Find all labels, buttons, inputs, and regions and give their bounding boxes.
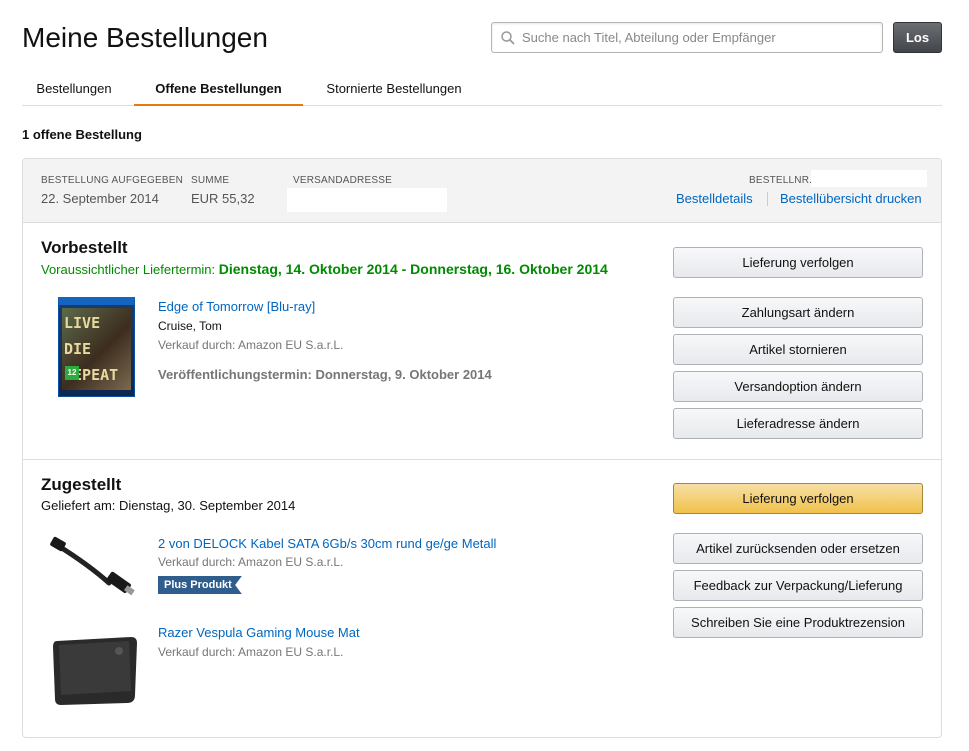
item-release-date: Veröffentlichungstermin: Donnerstag, 9. … — [158, 367, 492, 382]
tab-stornierte-bestellungen[interactable]: Stornierte Bestellungen — [316, 72, 472, 106]
item-seller: Verkauf durch: Amazon EU S.a.r.L. — [158, 555, 344, 569]
page-title: Meine Bestellungen — [22, 22, 268, 53]
order-tabs: Bestellungen Offene Bestellungen Stornie… — [22, 72, 942, 106]
header-link-divider — [767, 192, 768, 206]
order-card: Bestellung aufgegeben 22. September 2014… — [22, 158, 942, 738]
age-rating-badge: 12 — [65, 366, 79, 380]
order-total-value: EUR 55,32 — [191, 191, 255, 206]
change-address-button[interactable]: Lieferadresse ändern — [673, 408, 923, 439]
expected-delivery-label: Voraussichtlicher Liefertermin: — [41, 262, 216, 277]
item-title-link[interactable]: Razer Vespula Gaming Mouse Mat — [158, 625, 360, 640]
order-header: Bestellung aufgegeben 22. September 2014… — [23, 159, 941, 223]
write-review-button[interactable]: Schreiben Sie eine Produktrezension — [673, 607, 923, 638]
expected-delivery: Voraussichtlicher Liefertermin: Dienstag… — [41, 261, 608, 277]
change-shipping-option-button[interactable]: Versandoption ändern — [673, 371, 923, 402]
order-number-redacted — [811, 170, 927, 187]
tab-bestellungen[interactable]: Bestellungen — [22, 72, 126, 106]
cover-text-live: LIVE — [64, 314, 101, 332]
item-seller: Verkauf durch: Amazon EU S.a.r.L. — [158, 645, 344, 659]
change-payment-button[interactable]: Zahlungsart ändern — [673, 297, 923, 328]
expected-delivery-range: Dienstag, 14. Oktober 2014 - Donnerstag,… — [218, 261, 608, 277]
shipment-status-title: Zugestellt — [41, 475, 122, 494]
cover-text-die: DIE — [64, 340, 92, 358]
track-package-button[interactable]: Lieferung verfolgen — [673, 483, 923, 514]
plus-product-badge: Plus Produkt — [158, 576, 242, 594]
open-order-count: 1 offene Bestellung — [22, 127, 142, 142]
order-number-label: Bestellnr. — [749, 175, 813, 186]
print-invoice-link[interactable]: Bestellübersicht drucken — [780, 191, 922, 206]
delivered-date: Geliefert am: Dienstag, 30. September 20… — [41, 498, 296, 513]
item-author: Cruise, Tom — [158, 319, 222, 333]
shipment-delivered: Zugestellt Geliefert am: Dienstag, 30. S… — [23, 460, 941, 736]
order-placed-value: 22. September 2014 — [41, 191, 159, 206]
cancel-items-button[interactable]: Artikel stornieren — [673, 334, 923, 365]
search-go-button[interactable]: Los — [893, 22, 942, 53]
tab-offene-bestellungen[interactable]: Offene Bestellungen — [134, 72, 303, 106]
order-placed-label: Bestellung aufgegeben — [41, 175, 184, 186]
item-seller: Verkauf durch: Amazon EU S.a.r.L. — [158, 338, 344, 352]
packaging-feedback-button[interactable]: Feedback zur Verpackung/Lieferung — [673, 570, 923, 601]
shipment-preordered: Vorbestellt Voraussichtlicher Lieferterm… — [23, 223, 941, 459]
product-image-sata-cable[interactable] — [49, 535, 141, 603]
product-image-mouse-mat[interactable] — [51, 633, 139, 709]
order-total-label: Summe — [191, 175, 230, 186]
return-replace-button[interactable]: Artikel zurücksenden oder ersetzen — [673, 533, 923, 564]
search-input[interactable] — [522, 30, 862, 45]
shipping-address-label: Versandadresse — [293, 175, 392, 186]
product-image-edge-of-tomorrow[interactable]: LIVE DIE REPEAT 12 — [58, 297, 135, 397]
shipment-status-title: Vorbestellt — [41, 238, 128, 257]
search-icon — [501, 30, 515, 45]
shipping-address-redacted[interactable] — [287, 188, 447, 212]
item-title-link[interactable]: Edge of Tomorrow [Blu-ray] — [158, 299, 315, 314]
track-package-button[interactable]: Lieferung verfolgen — [673, 247, 923, 278]
item-title-link[interactable]: 2 von DELOCK Kabel SATA 6Gb/s 30cm rund … — [158, 536, 496, 551]
search-box[interactable] — [491, 22, 883, 53]
order-details-link[interactable]: Bestelldetails — [676, 191, 753, 206]
